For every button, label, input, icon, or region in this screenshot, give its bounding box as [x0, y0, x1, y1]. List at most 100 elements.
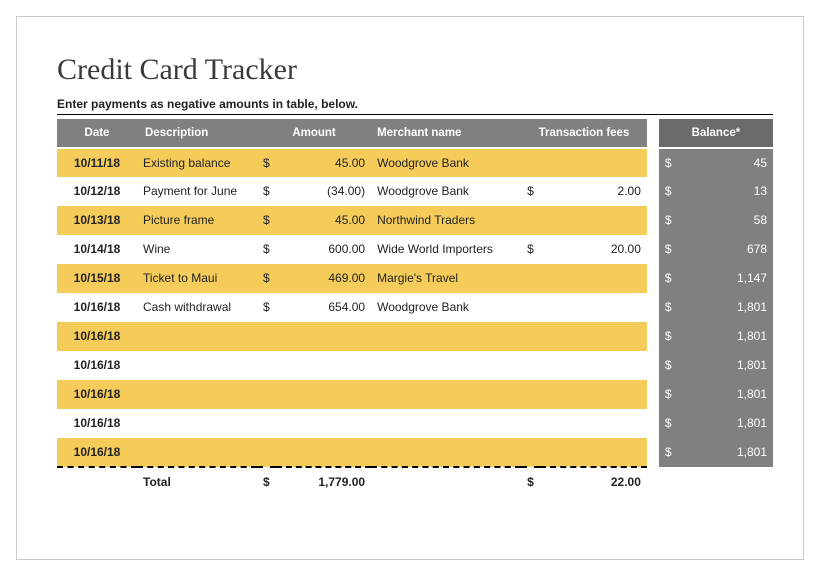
cell-balance[interactable]: 13 — [678, 177, 773, 206]
cell-fee-currency — [521, 148, 540, 177]
cell-balance-currency: $ — [659, 409, 678, 438]
cell-description[interactable]: Payment for June — [137, 177, 257, 206]
cell-fee[interactable] — [540, 293, 647, 322]
cell-balance[interactable]: 58 — [678, 206, 773, 235]
cell-amount[interactable]: 469.00 — [276, 264, 371, 293]
cell-balance[interactable]: 1,801 — [678, 293, 773, 322]
cell-amount[interactable] — [276, 351, 371, 380]
gap — [647, 351, 659, 380]
cell-merchant[interactable] — [371, 351, 521, 380]
cell-description[interactable] — [137, 322, 257, 351]
cell-description[interactable] — [137, 438, 257, 467]
cell-fee[interactable] — [540, 148, 647, 177]
cell-amount[interactable]: (34.00) — [276, 177, 371, 206]
cell-date[interactable]: 10/16/18 — [57, 380, 137, 409]
cell-merchant[interactable]: Woodgrove Bank — [371, 148, 521, 177]
totals-amount: 1,779.00 — [276, 467, 371, 496]
cell-amount[interactable]: 654.00 — [276, 293, 371, 322]
cell-date[interactable]: 10/15/18 — [57, 264, 137, 293]
cell-fee[interactable] — [540, 206, 647, 235]
cell-fee[interactable]: 20.00 — [540, 235, 647, 264]
cell-balance[interactable]: 1,801 — [678, 409, 773, 438]
cell-fee[interactable] — [540, 264, 647, 293]
cell-fee[interactable] — [540, 322, 647, 351]
cell-fee[interactable]: 2.00 — [540, 177, 647, 206]
col-header-description[interactable]: Description — [137, 119, 257, 148]
cell-merchant[interactable] — [371, 438, 521, 467]
col-header-amount[interactable]: Amount — [257, 119, 371, 148]
cell-date[interactable]: 10/13/18 — [57, 206, 137, 235]
cell-date[interactable]: 10/16/18 — [57, 438, 137, 467]
gap — [647, 293, 659, 322]
cell-merchant[interactable]: Woodgrove Bank — [371, 293, 521, 322]
cell-amount[interactable] — [276, 438, 371, 467]
cell-balance[interactable]: 1,147 — [678, 264, 773, 293]
cell-fee[interactable] — [540, 380, 647, 409]
cell-date[interactable]: 10/16/18 — [57, 293, 137, 322]
cell-amount-currency: $ — [257, 206, 276, 235]
cell-fee-currency — [521, 322, 540, 351]
cell-date[interactable]: 10/14/18 — [57, 235, 137, 264]
cell-description[interactable] — [137, 380, 257, 409]
cell-description[interactable]: Cash withdrawal — [137, 293, 257, 322]
cell-balance[interactable]: 1,801 — [678, 380, 773, 409]
col-header-merchant[interactable]: Merchant name — [371, 119, 521, 148]
gap — [647, 119, 659, 148]
page-title: Credit Card Tracker — [57, 53, 773, 87]
cell-amount-currency — [257, 322, 276, 351]
table-header-row: Date Description Amount Merchant name Tr… — [57, 119, 773, 148]
cell-amount-currency — [257, 409, 276, 438]
cell-amount-currency: $ — [257, 293, 276, 322]
cell-amount[interactable]: 600.00 — [276, 235, 371, 264]
totals-amount-currency: $ — [257, 467, 276, 496]
cell-balance[interactable]: 1,801 — [678, 322, 773, 351]
cell-balance[interactable]: 45 — [678, 148, 773, 177]
cell-date[interactable]: 10/11/18 — [57, 148, 137, 177]
totals-fee: 22.00 — [540, 467, 647, 496]
col-header-balance[interactable]: Balance* — [659, 119, 773, 148]
cell-merchant[interactable] — [371, 322, 521, 351]
cell-fee-currency — [521, 380, 540, 409]
cell-balance[interactable]: 1,801 — [678, 438, 773, 467]
table-row: 10/16/18$1,801 — [57, 438, 773, 467]
cell-fee[interactable] — [540, 409, 647, 438]
cell-merchant[interactable] — [371, 380, 521, 409]
cell-merchant[interactable]: Margie's Travel — [371, 264, 521, 293]
table-row: 10/16/18 $1,801 — [57, 409, 773, 438]
cell-description[interactable]: Ticket to Maui — [137, 264, 257, 293]
cell-merchant[interactable] — [371, 409, 521, 438]
col-header-date[interactable]: Date — [57, 119, 137, 148]
gap — [647, 322, 659, 351]
cell-description[interactable]: Existing balance — [137, 148, 257, 177]
cell-amount[interactable]: 45.00 — [276, 148, 371, 177]
cell-date[interactable]: 10/16/18 — [57, 351, 137, 380]
table-row: 10/16/18$1,801 — [57, 380, 773, 409]
cell-fee-currency — [521, 293, 540, 322]
cell-merchant[interactable]: Wide World Importers — [371, 235, 521, 264]
cell-date[interactable]: 10/16/18 — [57, 322, 137, 351]
cell-fee-currency — [521, 264, 540, 293]
cell-description[interactable] — [137, 351, 257, 380]
cell-amount[interactable] — [276, 409, 371, 438]
cell-amount[interactable] — [276, 322, 371, 351]
cell-amount[interactable]: 45.00 — [276, 206, 371, 235]
cell-balance[interactable]: 678 — [678, 235, 773, 264]
cell-balance[interactable]: 1,801 — [678, 351, 773, 380]
cell-amount[interactable] — [276, 380, 371, 409]
cell-description[interactable]: Picture frame — [137, 206, 257, 235]
cell-fee-currency — [521, 438, 540, 467]
cell-amount-currency: $ — [257, 148, 276, 177]
cell-fee[interactable] — [540, 438, 647, 467]
col-header-fees[interactable]: Transaction fees — [521, 119, 647, 148]
cell-date[interactable]: 10/12/18 — [57, 177, 137, 206]
cell-merchant[interactable]: Northwind Traders — [371, 206, 521, 235]
cell-description[interactable] — [137, 409, 257, 438]
cell-date[interactable]: 10/16/18 — [57, 409, 137, 438]
cell-description[interactable]: Wine — [137, 235, 257, 264]
cell-balance-currency: $ — [659, 206, 678, 235]
gap — [647, 264, 659, 293]
cell-merchant[interactable]: Woodgrove Bank — [371, 177, 521, 206]
cell-amount-currency: $ — [257, 264, 276, 293]
cell-balance-currency: $ — [659, 293, 678, 322]
cell-fee[interactable] — [540, 351, 647, 380]
